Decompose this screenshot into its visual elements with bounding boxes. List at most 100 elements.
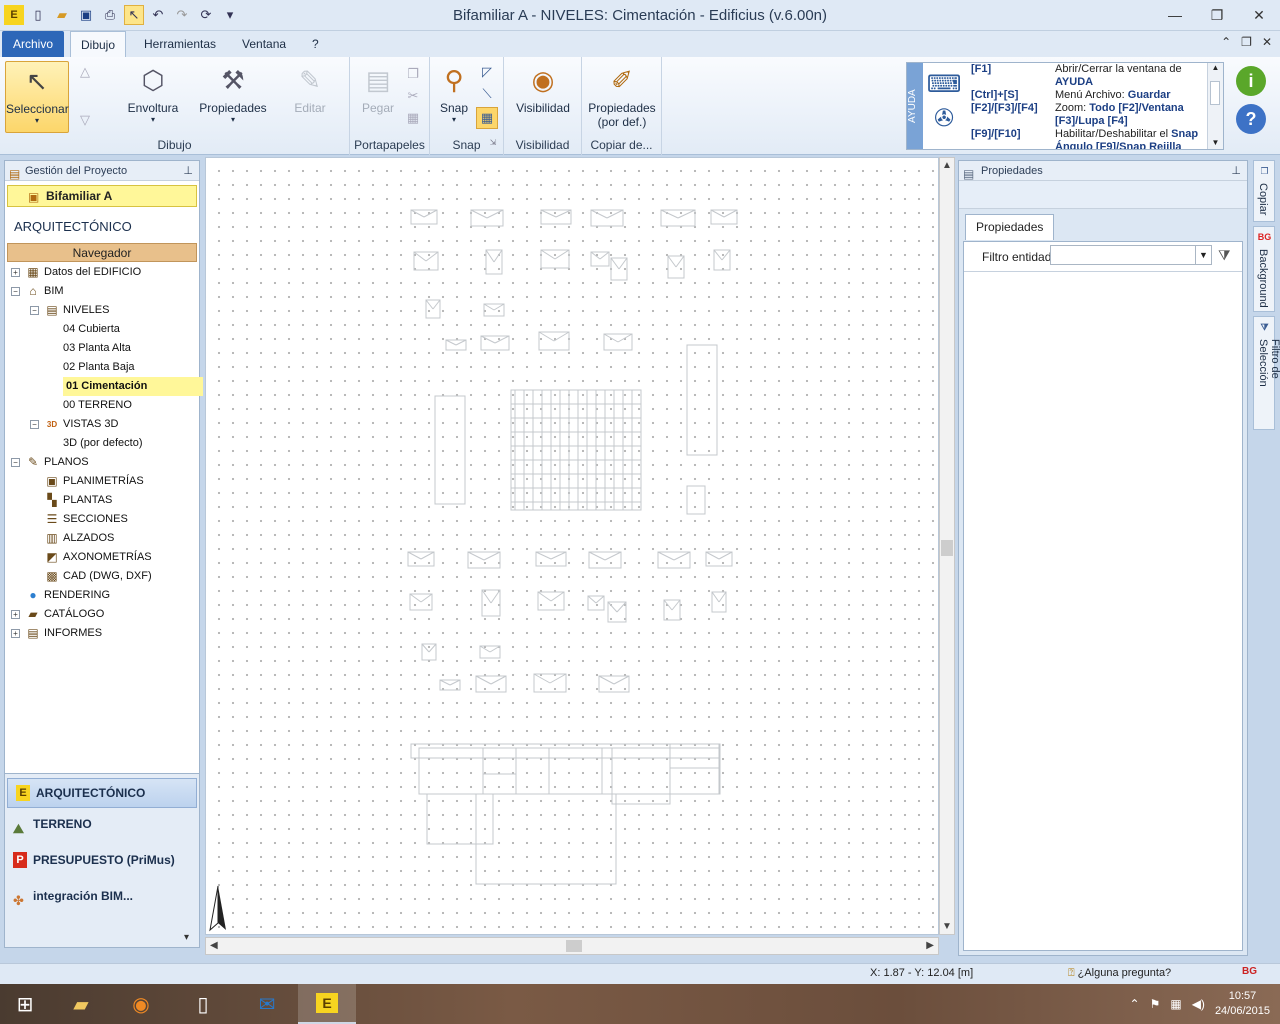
tab-ventana[interactable]: Ventana (232, 31, 296, 57)
tree-item[interactable]: 00 TERRENO (5, 396, 199, 415)
tree-item[interactable]: ● RENDERING (5, 586, 199, 605)
editar-button[interactable]: ✎ Editar (282, 61, 338, 116)
paste-special-icon[interactable]: ▦ (404, 109, 422, 127)
collapse-icon[interactable]: − (11, 287, 20, 296)
propiedades-button[interactable]: ⚒ Propiedades ▾ (196, 61, 270, 125)
doc-restore-icon[interactable]: ❐ (1241, 35, 1252, 49)
chevron-down-icon[interactable]: ▼ (1195, 246, 1211, 264)
snap-angle-icon[interactable]: ◸ (478, 63, 496, 81)
collapse-icon[interactable]: − (30, 420, 39, 429)
bg-status-icon[interactable]: BG (1242, 966, 1257, 977)
module-presupuesto[interactable]: P PRESUPUESTO (PriMus) (5, 846, 199, 882)
filter-select[interactable]: ▼ (1050, 245, 1212, 265)
tree-item[interactable]: ▥ ALZADOS (5, 529, 199, 548)
scroll-left-icon[interactable]: ◀ (210, 940, 218, 951)
scroll-thumb[interactable] (941, 540, 953, 556)
pegar-button[interactable]: ▤ Pegar (356, 61, 400, 116)
clock[interactable]: 10:57 24/06/2015 (1215, 989, 1270, 1019)
tree-item[interactable]: ▩ CAD (DWG, DXF) (5, 567, 199, 586)
filter-icon[interactable]: ⧩ (1218, 247, 1231, 264)
scroll-down-icon[interactable]: ▼ (1208, 138, 1223, 147)
volume-icon[interactable]: ◀) (1192, 997, 1205, 1011)
close-icon[interactable]: ✕ (1238, 0, 1280, 30)
tree-item[interactable]: −3D VISTAS 3D (5, 415, 199, 434)
tree-item[interactable]: ☰ SECCIONES (5, 510, 199, 529)
tab-herramientas[interactable]: Herramientas (134, 31, 226, 57)
vertical-scrollbar[interactable]: ▲ ▼ (939, 157, 955, 935)
snap-grid-icon[interactable]: ▦ (476, 107, 498, 129)
tab-dibujo[interactable]: Dibujo (70, 31, 127, 57)
blank-document-icon[interactable]: ▯ (174, 984, 232, 1024)
copy-icon[interactable]: ❐ (404, 65, 422, 83)
tree-item[interactable]: + ▤ INFORMES (5, 624, 199, 643)
module-arquitectonico[interactable]: E ARQUITECTÓNICO (7, 778, 197, 808)
tab-propiedades[interactable]: Propiedades (965, 214, 1055, 240)
network-icon[interactable]: ▦ (1170, 997, 1181, 1011)
scroll-up-icon[interactable]: ▲ (942, 160, 952, 171)
tree-item[interactable]: ◩ AXONOMETRÍAS (5, 548, 199, 567)
tree-item[interactable]: − ⌂ BIM (5, 282, 199, 301)
snap-button[interactable]: ⚲ Snap ▾ (434, 61, 474, 125)
expand-icon[interactable]: + (11, 268, 20, 277)
doc-close-icon[interactable]: ✕ (1262, 35, 1272, 49)
help-scrollbar[interactable]: ▲ ▼ (1207, 63, 1223, 149)
visibilidad-button[interactable]: ◉ Visibilidad (510, 61, 576, 116)
scroll-right-icon[interactable]: ▶ (926, 940, 934, 951)
tree-item[interactable]: − ▤ NIVELES (5, 301, 199, 320)
scroll-down-icon[interactable]: ▼ (942, 921, 952, 932)
tab-help[interactable]: ? (302, 31, 329, 57)
file-explorer-icon[interactable]: ▰ (52, 984, 110, 1024)
tree-item[interactable]: + ▦ Datos del EDIFICIO (5, 263, 199, 282)
tree-item[interactable]: 01 Cimentación (5, 377, 203, 396)
more-modules-icon[interactable]: ▾ (184, 932, 189, 943)
ayuda-label[interactable]: AYUDA (907, 63, 923, 149)
question-icon[interactable]: ? (1236, 104, 1266, 134)
horizontal-scrollbar[interactable]: ◀ ▶ (205, 937, 939, 955)
propiedades-def-button[interactable]: ✐ Propiedades (por def.) (586, 61, 658, 130)
envoltura-button[interactable]: ⬡ Envoltura ▾ (120, 61, 186, 125)
seleccionar-button[interactable]: ↖ Seleccionar ▾ (5, 61, 69, 133)
collapse-icon[interactable]: − (11, 458, 20, 467)
side-tab-filtro[interactable]: ⧩ Filtro de Selección (1253, 316, 1280, 430)
pin-icon[interactable]: ⊥ (183, 161, 193, 181)
side-tab-copiar[interactable]: ❐ Copiar (1253, 160, 1275, 222)
mouse-help-icon[interactable]: ✇ (927, 101, 961, 135)
edificius-taskbar-icon[interactable]: E (298, 984, 356, 1024)
scroll-down-icon[interactable]: ▽ (76, 111, 94, 129)
scroll-thumb[interactable] (1210, 81, 1220, 105)
windows-start-icon[interactable]: ⊞ (0, 984, 50, 1024)
project-name[interactable]: ▣ Bifamiliar A (7, 185, 197, 207)
module-integracion-bim[interactable]: ✤ integración BIM... (5, 882, 199, 918)
scroll-up-icon[interactable]: △ (76, 63, 94, 81)
minimize-icon[interactable]: — (1154, 0, 1196, 30)
snap-diagonal-icon[interactable]: ⟍ (478, 85, 496, 103)
flag-icon[interactable]: ⚑ (1150, 997, 1161, 1011)
tree-item[interactable]: 03 Planta Alta (5, 339, 199, 358)
drawing-canvas[interactable] (205, 157, 939, 935)
keyboard-help-icon[interactable]: ⌨ (927, 67, 962, 101)
ask-question[interactable]: ⍰ ¿Alguna pregunta? (1068, 967, 1171, 980)
restore-icon[interactable]: ❐ (1196, 0, 1238, 30)
info-icon[interactable]: i (1236, 66, 1266, 96)
tree-item[interactable]: − ✎ PLANOS (5, 453, 199, 472)
outlook-icon[interactable]: ✉ (238, 984, 296, 1024)
expand-icon[interactable]: + (11, 629, 20, 638)
side-tab-background[interactable]: BG Background (1253, 226, 1275, 312)
tray-expand-icon[interactable]: ⌃ (1130, 997, 1140, 1011)
tree-item[interactable]: 02 Planta Baja (5, 358, 199, 377)
tree-item[interactable]: + ▰ CATÁLOGO (5, 605, 199, 624)
cut-icon[interactable]: ✂ (404, 87, 422, 105)
tree-item[interactable]: ▣ PLANIMETRÍAS (5, 472, 199, 491)
navigator-bar[interactable]: Navegador (7, 243, 197, 262)
tree-item[interactable]: ▚ PLANTAS (5, 491, 199, 510)
tree-item[interactable]: 04 Cubierta (5, 320, 199, 339)
collapse-ribbon-icon[interactable]: ⌃ (1221, 35, 1231, 49)
tree-item[interactable]: 3D (por defecto) (5, 434, 199, 453)
module-terreno[interactable]: ⛰ TERRENO (5, 810, 199, 846)
scroll-thumb[interactable] (566, 940, 582, 952)
pin-icon[interactable]: ⊥ (1231, 161, 1241, 181)
firefox-icon[interactable]: ◉ (112, 984, 170, 1024)
collapse-icon[interactable]: − (30, 306, 39, 315)
expand-icon[interactable]: + (11, 610, 20, 619)
scroll-up-icon[interactable]: ▲ (1208, 63, 1223, 72)
